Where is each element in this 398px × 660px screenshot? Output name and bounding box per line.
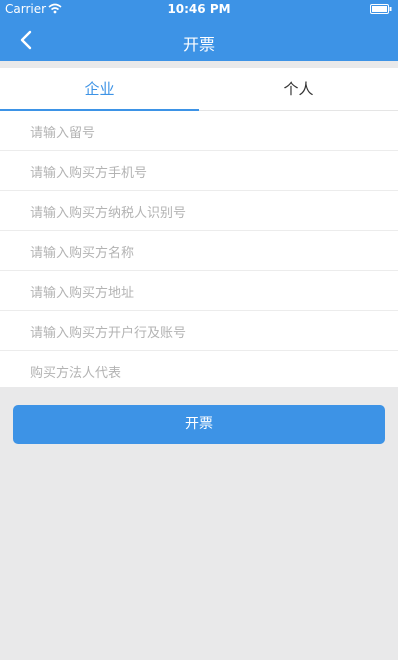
tab-enterprise[interactable]: 企业 xyxy=(0,68,199,110)
tab-personal[interactable]: 个人 xyxy=(199,68,398,110)
field-placeholder: 请输入购买方地址 xyxy=(30,286,135,301)
field-placeholder: 请输入留号 xyxy=(30,126,96,141)
mobile-field[interactable]: 请输入留号 xyxy=(0,111,398,151)
field-placeholder: 请输入购买方纳税人识别号 xyxy=(30,206,187,221)
field-placeholder: 请输入购买方手机号 xyxy=(30,166,148,181)
taxpayer-id-field[interactable]: 请输入购买方纳税人识别号 xyxy=(0,191,398,231)
page-title: 开票 xyxy=(182,35,215,54)
legal-representative-field[interactable]: 购买方法人代表 xyxy=(0,351,398,390)
tab-bar: 企业 个人 xyxy=(0,68,398,111)
status-bar: Carrier 10:46 PM xyxy=(0,0,398,20)
invoice-form: 请输入留号 请输入购买方手机号 请输入购买方纳税人识别号 请输入购买方名称 请输… xyxy=(0,111,398,387)
buyer-name-field[interactable]: 请输入购买方名称 xyxy=(0,231,398,271)
battery-icon xyxy=(370,4,392,14)
field-placeholder: 请输入购买方名称 xyxy=(30,246,135,261)
buyer-address-field[interactable]: 请输入购买方地址 xyxy=(0,271,398,311)
issue-invoice-button[interactable]: 开票 xyxy=(13,405,385,444)
field-placeholder: 请输入购买方开户行及账号 xyxy=(30,326,187,341)
bank-account-field[interactable]: 请输入购买方开户行及账号 xyxy=(0,311,398,351)
nav-header: Carrier 10:46 PM 开票 xyxy=(0,0,398,61)
clock-time: 10:46 PM xyxy=(167,2,231,16)
field-placeholder: 购买方法人代表 xyxy=(30,366,122,381)
buyer-phone-field[interactable]: 请输入购买方手机号 xyxy=(0,151,398,191)
